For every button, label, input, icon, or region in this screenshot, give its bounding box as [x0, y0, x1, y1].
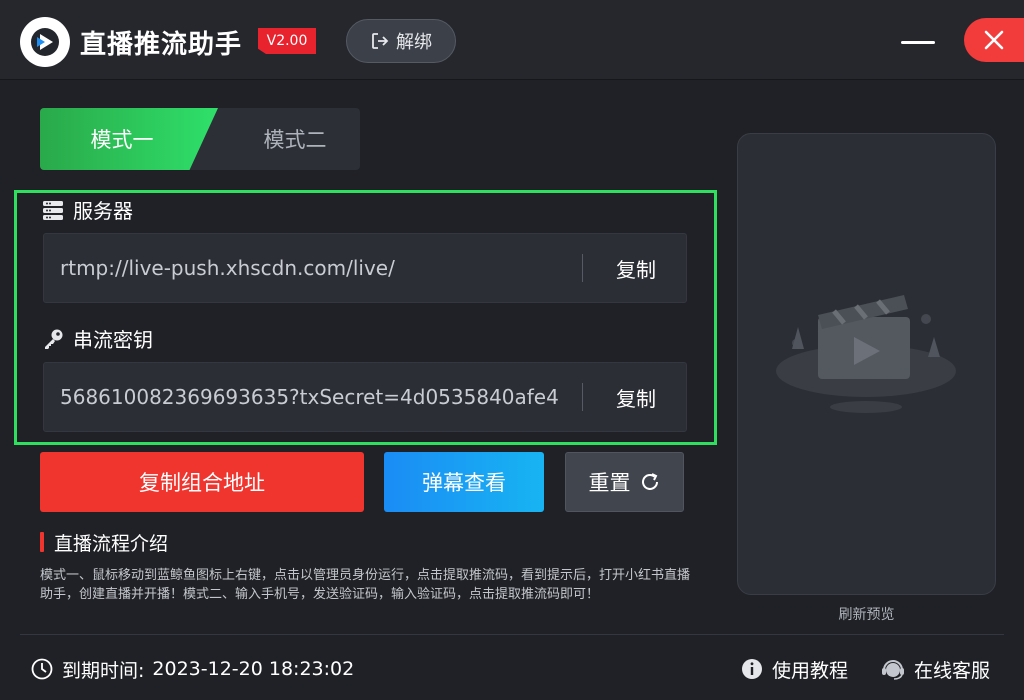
mode-tabs: 模式一 模式二	[40, 108, 360, 170]
reset-button[interactable]: 重置	[565, 452, 684, 512]
expiry-label: 到期时间:	[62, 659, 145, 682]
headset-icon	[882, 660, 904, 680]
unbind-button[interactable]: 解绑	[346, 19, 456, 63]
tutorial-link[interactable]: 使用教程	[740, 655, 848, 683]
stream-config-panel: 服务器 rtmp://live-push.xhscdn.com/live/ 复制…	[14, 190, 717, 445]
stream-key-field[interactable]: 568610082369693635?txSecret=4d0535840afe…	[43, 362, 687, 432]
flow-section-title: 直播流程介绍	[40, 530, 169, 555]
stream-key-section-label: 串流密钥	[41, 324, 153, 353]
stream-key-label: 串流密钥	[73, 328, 153, 352]
server-section-label: 服务器	[41, 195, 133, 224]
view-danmaku-button[interactable]: 弹幕查看	[384, 452, 544, 512]
info-icon	[742, 659, 762, 679]
app-title: 直播推流助手	[80, 30, 243, 60]
field-divider	[582, 383, 583, 411]
unbind-label: 解绑	[396, 32, 432, 53]
minimize-button[interactable]	[898, 24, 938, 60]
copy-combined-address-button[interactable]: 复制组合地址	[40, 452, 364, 512]
key-icon	[45, 329, 63, 349]
server-url-field[interactable]: rtmp://live-push.xhscdn.com/live/ 复制	[43, 233, 687, 303]
video-placeholder-icon	[776, 295, 956, 413]
server-url-value[interactable]: rtmp://live-push.xhscdn.com/live/	[60, 234, 570, 302]
flow-title-text: 直播流程介绍	[54, 532, 169, 555]
clock-icon	[31, 658, 53, 680]
field-divider	[582, 254, 583, 282]
title-bar: 直播推流助手 V2.00 解绑	[0, 0, 1024, 80]
logout-icon	[372, 33, 389, 49]
flow-description: 模式一、鼠标移动到蓝鲸鱼图标上右键，点击以管理员身份运行，点击提取推流码，看到提…	[40, 568, 691, 602]
expiry-value: 2023-12-20 18:23:02	[152, 658, 355, 680]
refresh-icon	[641, 473, 658, 490]
expiry-info: 到期时间: 2023-12-20 18:23:02	[30, 655, 354, 683]
app-logo-icon	[20, 17, 70, 67]
minimize-icon	[901, 40, 935, 44]
close-icon	[984, 30, 1004, 50]
tab-mode-two[interactable]: 模式二	[230, 108, 360, 170]
tab-mode-one[interactable]: 模式一	[40, 108, 218, 170]
server-label: 服务器	[73, 199, 133, 223]
section-marker	[40, 532, 44, 552]
copy-server-button[interactable]: 复制	[586, 234, 686, 302]
preview-panel	[737, 133, 996, 595]
customer-service-link[interactable]: 在线客服	[880, 655, 990, 683]
reset-label: 重置	[588, 471, 631, 495]
copy-stream-key-button[interactable]: 复制	[586, 363, 686, 431]
close-button[interactable]	[964, 18, 1024, 62]
server-icon	[43, 200, 63, 220]
footer-divider	[20, 634, 1004, 635]
refresh-preview-link[interactable]: 刷新预览	[737, 604, 996, 624]
version-badge: V2.00	[258, 28, 316, 54]
tutorial-label: 使用教程	[772, 659, 849, 682]
stream-key-value[interactable]: 568610082369693635?txSecret=4d0535840afe…	[60, 363, 570, 431]
service-label: 在线客服	[914, 659, 991, 682]
